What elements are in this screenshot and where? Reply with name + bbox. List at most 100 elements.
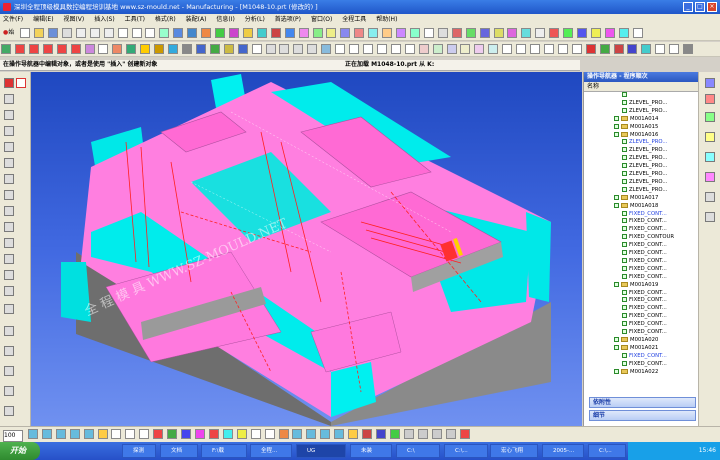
operation-row[interactable]: ZLEVEL_PRO... (584, 178, 714, 187)
visualization-icon[interactable] (705, 212, 715, 222)
open-file-icon[interactable] (34, 28, 45, 38)
view-top-orient-icon[interactable] (208, 429, 219, 439)
reuse-library-icon[interactable] (705, 192, 715, 202)
task-item[interactable]: C:\... (588, 444, 626, 458)
zlevel-icon[interactable] (98, 44, 109, 54)
operation-row[interactable] (584, 92, 714, 100)
view-section-icon[interactable] (139, 429, 150, 439)
program-group-row[interactable]: M001A019 (584, 281, 714, 290)
sheet-icon[interactable] (209, 44, 220, 54)
menu-tools[interactable]: 工具(T) (125, 16, 145, 23)
mirror-icon[interactable] (4, 286, 14, 296)
menu-preferences[interactable]: 首选项(P) (275, 16, 301, 23)
vector-icon[interactable] (4, 222, 14, 232)
measure-icon[interactable] (437, 28, 448, 38)
wire-edm-icon[interactable] (70, 44, 81, 54)
fixed-contour-icon[interactable] (112, 44, 123, 54)
refresh-icon[interactable] (669, 44, 680, 54)
trim-icon[interactable] (460, 44, 471, 54)
view-studio-icon[interactable] (167, 429, 178, 439)
task-item[interactable]: 未装 (350, 444, 392, 458)
operation-row[interactable]: ZLEVEL_PRO... (584, 171, 714, 179)
layer-visible-icon[interactable] (292, 429, 303, 439)
part-nav-icon[interactable] (4, 110, 14, 120)
redo-icon[interactable] (145, 28, 156, 38)
bridge-icon[interactable] (4, 386, 14, 396)
boolean-icon[interactable] (404, 44, 415, 54)
snap-point-icon[interactable] (362, 429, 373, 439)
cam-session-icon[interactable] (4, 78, 14, 88)
palette-icon[interactable] (705, 132, 715, 142)
method-icon[interactable] (229, 28, 240, 38)
record-icon[interactable] (613, 44, 624, 54)
graphics-viewport[interactable]: 全 程 模 具 WWW.SZ-MOULD.NET (31, 72, 582, 426)
web-browser-icon[interactable] (705, 112, 715, 122)
layout-icon[interactable] (655, 44, 666, 54)
move-icon[interactable] (4, 270, 14, 280)
view-right-icon[interactable] (577, 28, 588, 38)
program-group-row[interactable]: M001A016 (584, 131, 714, 140)
layer-icon[interactable] (410, 28, 420, 38)
layer-copy-icon[interactable] (334, 429, 345, 439)
mill-planar-icon[interactable] (1, 44, 11, 54)
paste-icon[interactable] (103, 28, 114, 38)
task-item[interactable]: 探测 (122, 444, 156, 458)
run-icon[interactable] (599, 44, 610, 54)
point-icon[interactable] (265, 44, 276, 54)
cube-icon[interactable] (195, 44, 206, 54)
sketch-icon[interactable] (321, 44, 332, 54)
view-perspective-icon[interactable] (278, 429, 289, 439)
menu-insert[interactable]: 插入(S) (94, 16, 115, 23)
revolve-icon[interactable] (376, 44, 387, 54)
operation-row[interactable]: ZLEVEL_PRO... (584, 186, 714, 195)
program-group-row[interactable]: M001A022 (584, 368, 714, 377)
rotate-icon[interactable] (521, 28, 532, 38)
task-item[interactable]: 文档 (160, 444, 198, 458)
help-icon[interactable] (632, 28, 643, 38)
menu-help[interactable]: 帮助(H) (376, 16, 397, 23)
cut-icon[interactable] (75, 28, 86, 38)
line-icon[interactable] (279, 44, 290, 54)
start-menu-button[interactable]: 开始 (0, 442, 40, 460)
system-material-icon[interactable] (705, 172, 715, 182)
view-iso-orient-icon[interactable] (236, 429, 247, 439)
snap-end-icon[interactable] (375, 429, 386, 439)
generate-icon[interactable] (256, 28, 267, 38)
menu-file[interactable]: 文件(F) (3, 16, 23, 23)
task-item[interactable]: C:\... (444, 444, 488, 458)
drill-icon[interactable] (42, 44, 53, 54)
list-icon[interactable] (340, 28, 351, 38)
play-icon[interactable] (627, 44, 638, 54)
clsf-icon[interactable] (354, 28, 365, 38)
view-analysis-icon[interactable] (153, 429, 164, 439)
turning-icon[interactable] (56, 44, 67, 54)
object-display-icon[interactable] (4, 158, 14, 168)
angle-icon[interactable] (557, 44, 568, 54)
sim-icon[interactable] (368, 28, 379, 38)
menu-edit[interactable]: 编辑(E) (33, 16, 53, 23)
operation-row[interactable]: FIXED_CONTOUR (584, 234, 714, 242)
macro-icon[interactable] (459, 429, 470, 439)
view-orient-icon[interactable] (4, 94, 14, 104)
snap-icon[interactable] (618, 28, 629, 38)
delete-icon[interactable] (117, 28, 128, 38)
view-forward-icon[interactable] (264, 429, 275, 439)
menu-window[interactable]: 窗口(O) (311, 16, 332, 23)
verify-icon[interactable] (270, 28, 281, 38)
thread-icon[interactable] (154, 44, 165, 54)
circle-icon[interactable] (4, 254, 14, 264)
program-group-row[interactable]: M001A020 (584, 336, 714, 345)
view-refresh-icon[interactable] (83, 429, 94, 439)
operation-row[interactable]: FIXED_CONT... (584, 305, 714, 313)
undo-icon[interactable] (131, 28, 142, 38)
program-icon[interactable] (187, 28, 198, 38)
wcs-icon[interactable] (423, 28, 434, 38)
menu-format[interactable]: 格式(R) (155, 16, 176, 23)
details-panel[interactable]: 细节 (589, 410, 696, 421)
operation-row[interactable]: FIXED_CONT... (584, 210, 714, 219)
task-item[interactable]: F:\载 (201, 444, 247, 458)
operation-row[interactable]: FIXED_CONT... (584, 242, 714, 250)
tool-icon[interactable] (201, 28, 212, 38)
edit-icon[interactable] (641, 44, 652, 54)
select-icon[interactable] (159, 28, 170, 38)
